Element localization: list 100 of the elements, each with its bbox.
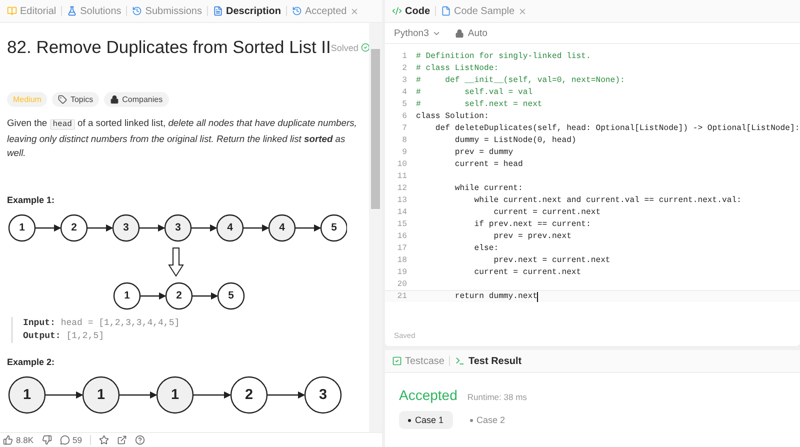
mode-label: Auto: [468, 28, 488, 38]
star-icon[interactable]: [98, 435, 109, 445]
comments-button[interactable]: 59: [60, 435, 82, 445]
history-icon: [292, 6, 302, 16]
history-icon: [132, 6, 142, 16]
list-node: 5: [217, 282, 245, 310]
arrow: [119, 391, 158, 399]
terminal-icon: [455, 356, 466, 366]
code-comment: # def __init__(self, val=0, next=None):: [416, 76, 625, 84]
code-comment: # Definition for singly-linked list.: [416, 52, 591, 60]
tab[interactable]: Accepted: [289, 2, 362, 20]
code-icon: [392, 6, 402, 16]
list-node: 1: [8, 376, 46, 414]
language-dropdown[interactable]: Python3: [394, 28, 441, 38]
code-line: prev.next = current.next: [492, 256, 610, 264]
list-node: 1: [8, 214, 36, 242]
tag-icon: [58, 95, 68, 104]
runtime-label: Runtime: 38 ms: [467, 392, 527, 402]
arrow: [295, 224, 322, 232]
document-icon: [212, 6, 223, 16]
file-icon: [441, 6, 451, 16]
like-button[interactable]: 8.8K: [3, 435, 34, 445]
list-node: 1: [113, 282, 141, 310]
code-comment: # self.next = next: [416, 100, 542, 108]
arrow: [139, 224, 166, 232]
arrow: [87, 224, 114, 232]
arrow: [35, 224, 62, 232]
code-line: def deleteDuplicates(self, head: Optional[ListNode]) -> Optional[ListNode]:: [434, 124, 800, 132]
example-title: Example 2:: [7, 357, 56, 367]
line-number: 10: [396, 160, 408, 168]
line-number: 5: [401, 100, 408, 108]
solved-status: Solved: [330, 42, 369, 52]
list-node: 3: [304, 376, 342, 414]
code-line: if prev.next == current:: [473, 220, 591, 228]
tab[interactable]: Code: [389, 2, 433, 20]
list-node: 3: [164, 214, 192, 242]
line-number: 15: [396, 220, 408, 228]
line-number: 21: [396, 292, 408, 301]
tag-chip[interactable]: Companies: [104, 92, 169, 107]
code-line: current = current.next: [492, 208, 601, 216]
problem-title: 82. Remove Duplicates from Sorted List II: [7, 37, 331, 58]
arrow: [193, 391, 232, 399]
code-line: prev = dummy: [454, 148, 514, 156]
problem-description: Given the head of a sorted linked list, delete all nodes that have duplicate numbers, leaving only distinct numbers from the original list. Return the linked list sorted as well.: [7, 116, 358, 160]
code-line: dummy = ListNode(0, head): [454, 136, 576, 144]
arrow: [243, 224, 270, 232]
verdict-label: Accepted: [399, 387, 458, 403]
tab[interactable]: Test Result: [452, 352, 525, 370]
tab[interactable]: Testcase: [389, 352, 448, 370]
code-line: return dummy.next: [454, 292, 538, 301]
tab[interactable]: Solutions: [64, 2, 124, 20]
scrollbar-thumb[interactable]: [371, 49, 380, 209]
code-line: while current.next and current.val == current.next.val:: [473, 196, 742, 204]
lock-icon: [110, 95, 120, 104]
arrow: [192, 292, 218, 300]
code-line: current = current.next: [473, 268, 582, 276]
case-tab[interactable]: Case 2: [460, 411, 514, 429]
code-comment: # class ListNode:: [416, 64, 499, 72]
tab[interactable]: Code Sample: [438, 2, 530, 20]
bullet-icon: [470, 419, 473, 422]
tag-chip[interactable]: Topics: [52, 92, 100, 107]
thumbs-down-icon[interactable]: [42, 435, 52, 445]
line-number: 12: [396, 184, 408, 192]
line-number: 18: [396, 256, 408, 264]
list-node: 4: [268, 214, 296, 242]
line-number: 13: [396, 196, 408, 204]
example-output-text: Output: [1,2,5]: [23, 330, 106, 343]
tab[interactable]: Editorial: [4, 2, 60, 20]
example-title: Example 1:: [7, 195, 56, 205]
help-icon[interactable]: [134, 435, 145, 445]
close-icon[interactable]: [350, 6, 359, 16]
line-number: 19: [396, 268, 408, 276]
book-icon: [7, 6, 17, 16]
share-icon[interactable]: [116, 435, 127, 445]
line-number: 16: [396, 232, 408, 240]
tab[interactable]: Description: [210, 2, 284, 20]
code-line: class Solution:: [416, 112, 489, 120]
tab[interactable]: Submissions: [129, 2, 205, 20]
code-comment: # self.val = val: [416, 88, 533, 96]
line-number: 3: [401, 76, 408, 84]
line-number: 8: [401, 136, 408, 144]
case-tab[interactable]: Case 1: [399, 411, 453, 429]
down-arrow-icon: [168, 247, 184, 277]
line-number: 6: [401, 112, 408, 120]
line-number: 17: [396, 244, 408, 252]
example-input-text: Input: head = [1,2,3,3,4,4,5]: [23, 317, 181, 330]
line-number: 2: [401, 64, 408, 72]
code-line: prev = prev.next: [492, 232, 572, 240]
lock-icon: [454, 28, 464, 38]
thumbs-up-icon: [3, 435, 13, 445]
line-number: 4: [401, 88, 408, 96]
line-number: 14: [396, 208, 408, 216]
comment-icon: [60, 435, 70, 445]
line-number: 11: [396, 172, 408, 180]
line-number: 20: [396, 280, 408, 288]
arrow: [191, 224, 218, 232]
arrow: [45, 391, 84, 399]
line-number: 1: [401, 52, 408, 60]
flask-icon: [67, 6, 78, 16]
close-icon[interactable]: [518, 6, 527, 16]
